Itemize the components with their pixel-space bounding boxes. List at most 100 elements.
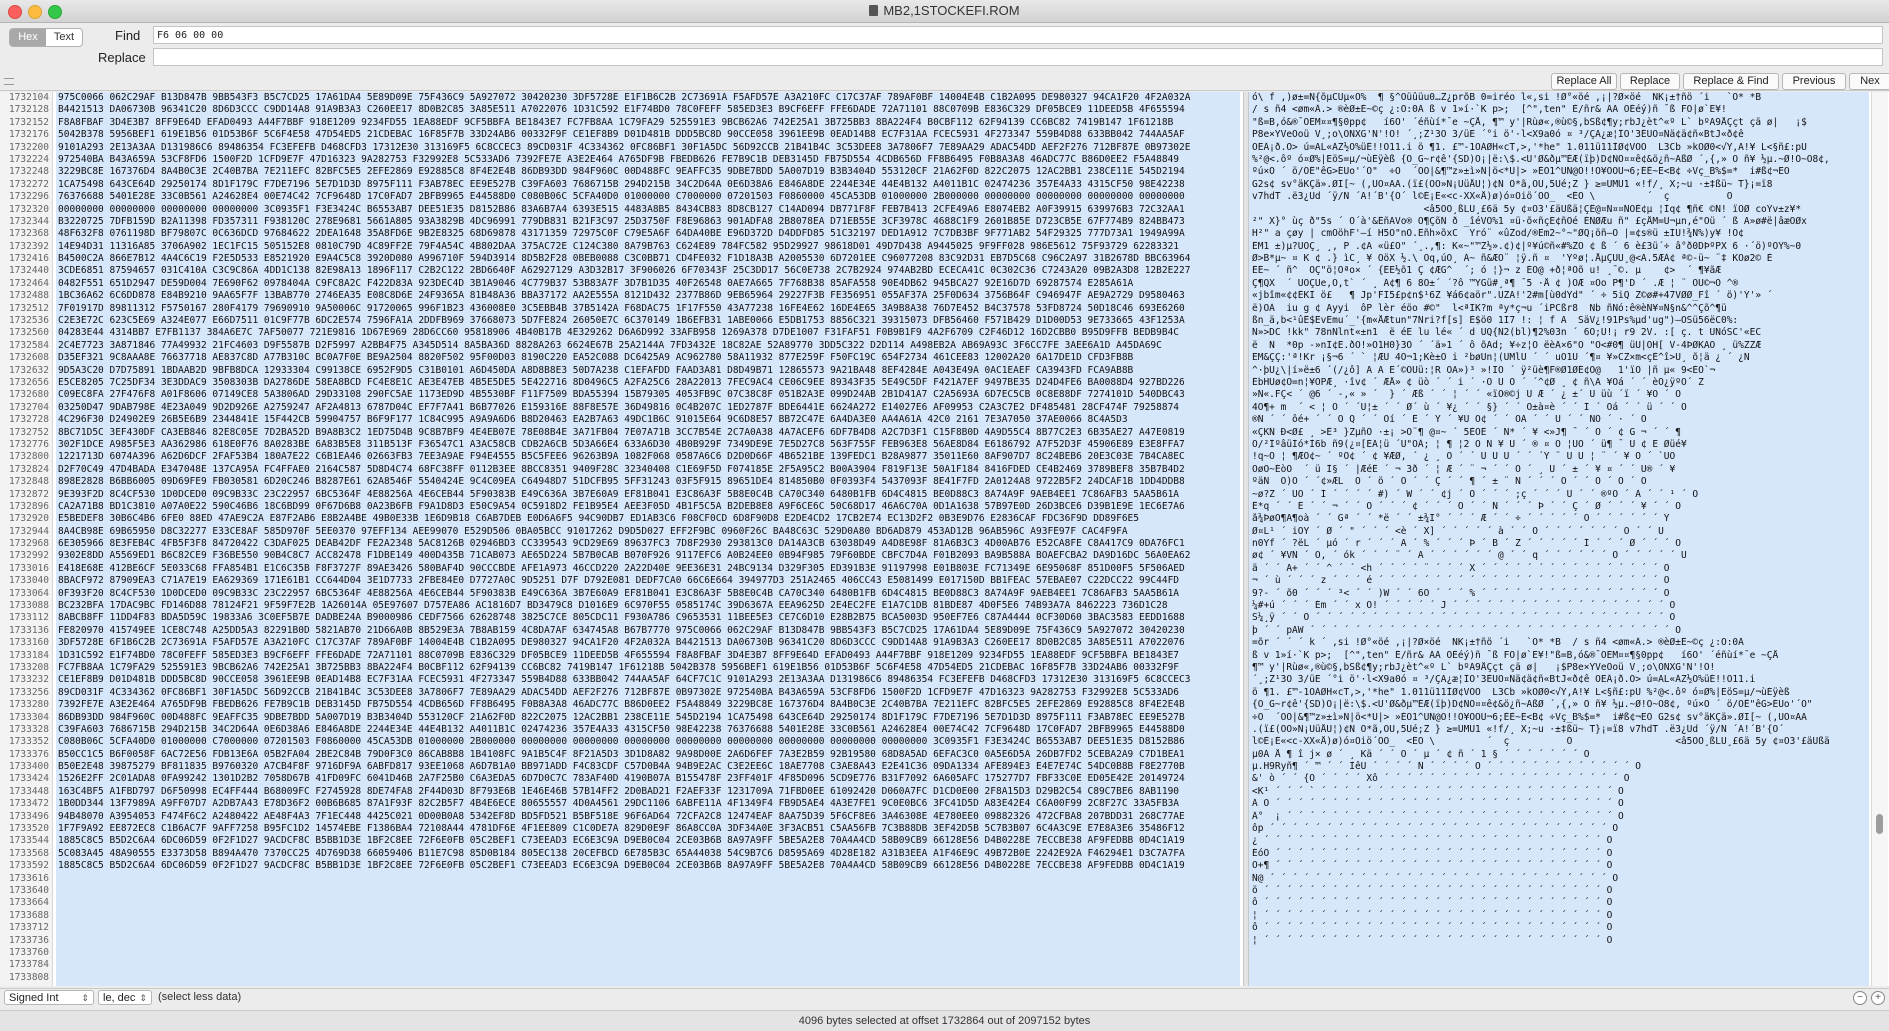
ascii-row[interactable]: ó\ f ,)ø±=Ñ{õµCÜµ«Õ% ¶ §^Öüûüu0…Z¿prõB 0… bbox=[1249, 92, 1869, 104]
ascii-row[interactable]: ºäÑ Ö)Ö ´ ´¢»ÆL Ö ´ ö ´ Ö ´ ´ Ç ´ ´ ¶ ´ … bbox=[1249, 476, 1869, 488]
ascii-row[interactable]: ~ø?Z ´ ÜÖ ´ Í ´ ´ ´ ´ #) ´ W ´ ´ ¢j ´ Ö … bbox=[1249, 489, 1869, 501]
ascii-row[interactable]: ´¸;Z¹3O 3/üË ´°i ö'·l<X9a0ó ¤ ³/ÇÄ¿æ¦ÎÖ'… bbox=[1249, 674, 1869, 686]
hex-row[interactable]: 86DB93DD 984F960C 00D488FC 9EAFFC35 9DBE… bbox=[56, 712, 1240, 724]
hex-row[interactable]: B4421513 DA06730B 96341C20 8D6D3CCC C9DD… bbox=[56, 104, 1240, 116]
hex-row[interactable]: BC232BFA 17DAC9BC FD146D88 78124F21 9F59… bbox=[56, 600, 1240, 612]
hex-row[interactable]: 7392FE7E A3E2E464 A765DF9B FBEDB626 FE7B… bbox=[56, 699, 1240, 711]
ascii-row[interactable]: H²" a çøy | cmÖöhF'—í H5O"nÖ.Èñh»õxC Yró… bbox=[1249, 228, 1869, 240]
hex-row[interactable]: 975C0066 062C29AF B13D847B 9BB543F3 B5C7… bbox=[56, 92, 1240, 104]
ascii-row[interactable]: %²@<.ôº ó¤Ø%|ËöS=µ/¬ùÉÿèß {Ö_G~r¢ê'{SD)Ö… bbox=[1249, 154, 1869, 166]
ascii-row[interactable]: "ß=B,ó&®¯ÖEM¤¤¶§0pp¢ í6O' ´éñùí*¯e ~ÇÅ, … bbox=[1249, 117, 1869, 129]
hex-row[interactable]: 0F393F20 8C4CF530 1D0DCED0 09C9B33C 23C2… bbox=[56, 588, 1240, 600]
hex-row[interactable]: 1B0DD344 13F7989A A9FF07D7 A2DB7A43 E78D… bbox=[56, 798, 1240, 810]
ascii-row[interactable]: ºú×Ö ´ ö/ÕÊ"êG>ÉÜo'´Ö" ÷Ô ´ÖÓ|&¶™z»±ì»Ñ|… bbox=[1249, 166, 1869, 178]
hex-row[interactable]: 8A4CB98E 69B65950 D8C32277 E33CE8AF 585D… bbox=[56, 526, 1240, 538]
replace-input[interactable] bbox=[153, 48, 1883, 66]
number-format-select[interactable]: Signed Int ⇕ bbox=[4, 990, 94, 1005]
add-inspector-button[interactable]: + bbox=[1871, 991, 1885, 1005]
ascii-row[interactable]: Ñ@ ´ ´ ´ ´ ´ ´ ´ ´ ´ ´ ´ ´ ´ ´ ´ ´ ´ ´ ´… bbox=[1249, 873, 1869, 885]
ascii-row[interactable]: ®Ñ ´ ´ ôé+ ´ ´ Ö Q ´ ´ Öí ´ É ´ Y ´ ¥Ü Ö… bbox=[1249, 414, 1869, 426]
ascii-row[interactable]: ²" X}° ùç ð"5s ´ Ö´à'&ÊñÄVo® Ö¶ÇõÑ ð _îé… bbox=[1249, 216, 1869, 228]
hex-row[interactable]: FC7FB8AA 1C79FA29 525591E3 9BCB62A6 742E… bbox=[56, 662, 1240, 674]
hex-row[interactable]: 3DF5728E 6F1B6C2B 2C73691A F5AFD57E A3A2… bbox=[56, 637, 1240, 649]
ascii-row[interactable]: ÉM1 ±)µ?ÜÖÇ¸ ¸, P .¢Ä «ü£Ó" ´¸.,¶: K«~"™… bbox=[1249, 241, 1869, 253]
hex-row[interactable]: 76376688 5401E28E 33C0B561 A24628E4 00E7… bbox=[56, 191, 1240, 203]
ascii-row[interactable]: þ ´ ´ pAW ´ ´ ´ ´ ´ ´ ´ ´ ´ ´ ´ ´ ´ ´ ´ … bbox=[1249, 625, 1869, 637]
ascii-row[interactable]: ô ´ ´ ´ ´ ´ ´ ´ ´ ´ ´ ´ ´ ´ ´ ´ ´ ´ ´ ´ … bbox=[1249, 922, 1869, 934]
ascii-row[interactable]: v7hdT .ë3¿Üd ´ÿ/Ñ ´Ä!´B'{Ó´ l©É¡É«<c-XX«… bbox=[1249, 191, 1869, 203]
hex-row[interactable]: 3229BC8E 167376D4 8A4B0C3E 2C40B7BA 7E21… bbox=[56, 166, 1240, 178]
ascii-row[interactable]: ë Ñ *0p -»nI¢Ë.ðÖ!»Ö1H0}3Ó ´ ´ä»1 ´ ô õÄ… bbox=[1249, 340, 1869, 352]
ascii-row[interactable]: ¬ ´ ù ´ ´ ´ z ´ ´ ´ é ´ ´ ´ ´ ´ ´ ´ ´ ´ … bbox=[1249, 575, 1869, 587]
ascii-row[interactable]: ßn_ä,b<¹ûÊ$EvEmu´_'{m«ÅÆtun"7Ñri?f[s] È$… bbox=[1249, 315, 1869, 327]
hex-row[interactable]: 2C4E7723 3A871846 77A49932 21FC4603 D9F5… bbox=[56, 340, 1240, 352]
ascii-row[interactable]: ÷Ô ´ÖÓ|&¶™z»±ì»Ñ|ö<*Ü|> »ÉÖ1^ÜÑ@Ö!!Ö¥ÖÖÜ… bbox=[1249, 712, 1869, 724]
hex-row[interactable]: 00000000 00000000 00000000 00000000 3C09… bbox=[56, 204, 1240, 216]
hex-row[interactable]: B4500C2A 866E7B12 4A4C6C19 F2E5D533 E852… bbox=[56, 253, 1240, 265]
ascii-row[interactable]: «jbîm«¢¢ÉKÏ ö£ ¶ Jp'FÏ5£p¢n$¹6Z ¥á6¢aör"… bbox=[1249, 290, 1869, 302]
hex-row[interactable]: 94B48070 A3954053 F474F6C2 A2480422 AE48… bbox=[56, 811, 1240, 823]
hex-row[interactable]: 89CD031F 4C334362 0FC86BF1 30F1A5DC 56D9… bbox=[56, 687, 1240, 699]
hex-row[interactable]: 1885C8C5 B5D2C6A4 6DC06D59 0F2F1D27 9ACD… bbox=[56, 835, 1240, 847]
ascii-row[interactable]: l©É¡É«<c-XX«Å)ø)ó¤Öiö´ÖÖ_ <ÉÖ \ ´ ç Ö <â… bbox=[1249, 736, 1869, 748]
ascii-row[interactable]: «ÇKÑ Ð<Ø£ ¸ >Ê³ }ZµñÕ ·±¡ >Ó¨¶ @¤~ ´ 5ÈÖ… bbox=[1249, 427, 1869, 439]
ascii-row[interactable]: Ñ»>DC !kk" 78nNlnt«±n1 ë éË lu lé« ´ d Ü… bbox=[1249, 327, 1869, 339]
hex-row[interactable]: 8BC71D5C 3EF430DF CA3EB846 82E8C05E 7D2B… bbox=[56, 427, 1240, 439]
ascii-row[interactable]: Ø>B*µ~ ¤ K ¢ .} ìC¸ ¥ ÖöX ½.\ Öq,úÖ¸ Á~ … bbox=[1249, 253, 1869, 265]
hex-row[interactable]: 48F632F8 0761198D BF79807C 0C636DCD 9768… bbox=[56, 228, 1240, 240]
ascii-row[interactable]: Ê*q ´ ´ É ´ ´ ¬ ´ ´ Ö ´ ´ ´ ¢ ´ ´ ´ Ö ´ … bbox=[1249, 501, 1869, 513]
hex-row[interactable]: 7F01917D 89811312 F5750167 280F4179 7969… bbox=[56, 303, 1240, 315]
hex-row[interactable]: 1CA75498 643CE64D 29250174 8D1F179C F7DE… bbox=[56, 179, 1240, 191]
replace-and-find-button[interactable]: Replace & Find bbox=[1683, 73, 1779, 90]
hex-row[interactable]: 6E305966 8E3FEB4C 4FB5F3F8 84720422 C3DA… bbox=[56, 538, 1240, 550]
replace-button[interactable]: Replace bbox=[1620, 73, 1680, 90]
hex-pane[interactable]: 975C0066 062C29AF B13D847B 9BB543F3 B5C7… bbox=[56, 92, 1240, 986]
hex-row[interactable]: 14E94D31 11316A85 3706A902 1EC1FC15 5051… bbox=[56, 241, 1240, 253]
hex-row[interactable]: CA2A71B8 BD1C3810 A07A0E22 590C46B6 18C6… bbox=[56, 501, 1240, 513]
hex-row[interactable]: E5CE8205 7C25DF34 3E3DDAC9 3508303B DA27… bbox=[56, 377, 1240, 389]
text-mode-button[interactable]: Text bbox=[46, 29, 82, 46]
ascii-row[interactable]: ô ´ ´ ´ ´ ´ ´ ´ ´ ´ ´ ´ ´ ´ ´ ´ ´ ´ ´ ´ … bbox=[1249, 897, 1869, 909]
hex-row[interactable]: C080B06C 5CFA40D0 01000000 C7000000 0720… bbox=[56, 736, 1240, 748]
hex-row[interactable]: FE820970 415749EE 1CE8C748 A25DD5A3 8229… bbox=[56, 625, 1240, 637]
ascii-row[interactable]: / s ñ4 <øm«Â.> ®èØ±É~©ç ¿:Ö:0Ã ß v 1»í·`… bbox=[1249, 104, 1869, 116]
remove-inspector-button[interactable]: − bbox=[1853, 991, 1867, 1005]
ascii-row[interactable]: !q~Ö ¦ ¶ÆÖ¢~ ´ ºÖ¢ ´ ¢ ¥ÆØ, ´ ¿ ¸ Ö ´ ´ … bbox=[1249, 451, 1869, 463]
hex-row[interactable]: 5042B378 5956BEF1 619E1B56 01D53B6F 5C6F… bbox=[56, 129, 1240, 141]
hex-row[interactable]: C39FA603 7686715B 294D215B 34C2D64A 0E6D… bbox=[56, 724, 1240, 736]
hex-text-toggle[interactable]: Hex Text bbox=[9, 28, 83, 47]
endianness-select[interactable]: le, dec ⇕ bbox=[98, 990, 152, 1005]
ascii-row[interactable]: µ.H9Ryñ¶ ´ ™ ´ ´ ÌêÜ ´ ´ ´ ´ Ñ ´ ´ ´ ´ Ó… bbox=[1249, 761, 1869, 773]
hex-row[interactable]: CE1EF8B9 D01D481B DDD5BC8D 90CCE058 3961… bbox=[56, 674, 1240, 686]
hex-row[interactable]: 5C083A45 48A90555 E3373D58 B894A470 7370… bbox=[56, 848, 1240, 860]
hex-row[interactable]: 9302E8DD A5569ED1 B6C82CE9 F36BE550 90B4… bbox=[56, 550, 1240, 562]
hex-row[interactable]: 1F7F9A92 EE872EC8 C1B6AC7F 9AFF7258 B95F… bbox=[56, 823, 1240, 835]
ascii-row[interactable]: ÉÉ~ ´ ñ^ ÖÇ"ö¦Öªo× ´ {ÈE½õ1 Ç ¢ÆG^ ´; ó … bbox=[1249, 265, 1869, 277]
ascii-row[interactable]: ÖEÂ¡ð.Ö> ú=ÄL«ÁZ½Ö%üÉ!!Ö11.i ö ¶1. £™-1Ö… bbox=[1249, 142, 1869, 154]
ascii-row[interactable]: 4Ö¶+ m ´ < ¦ Ö ´ ´Ü¦± ´ ´ Ø´ ù ´ ¥¿ ´ ´ … bbox=[1249, 402, 1869, 414]
ascii-row[interactable]: G2s¢ sv°äKÇä».ØÏ[~ (,ÜÖ¤AÄ.(ï£(ÖÓ»N¡ÙüÅÜ… bbox=[1249, 179, 1869, 191]
vertical-scrollbar[interactable] bbox=[1871, 92, 1888, 986]
ascii-row[interactable]: =õr ´ ´ ´ k ´ ,si !Ø°«öé ,¡|?Ø×öé NK¡±†ñ… bbox=[1249, 637, 1869, 649]
hex-row[interactable]: 04283E44 4314BB7 E7FB1137 384A6E7C 7AF50… bbox=[56, 327, 1240, 339]
ascii-row[interactable]: ËM&ÇÇ:'ª!Kr ¡§¬6 ´ ` ¦ÆÜ 4Ö¬1;Kè±Ö i ²bø… bbox=[1249, 352, 1869, 364]
ascii-row[interactable]: ¶™ y'|Rùø«,®ù©§,bSß¢¶y;rbJ¿èt^«º L` bºA9… bbox=[1249, 662, 1869, 674]
ascii-row[interactable]: .(ï£(ÖÓ»N¡ÙüÅÜ¦)¢Ñ Ó*ã,ÖÜ,5Ûé;Z } ≥=ÛMU1… bbox=[1249, 724, 1869, 736]
ascii-row[interactable]: &' ò ´ ´ {Ô ´ ´ ´ ´ Xô ´ ´ ´ ´ ´ ´ ´ ´ ´… bbox=[1249, 773, 1869, 785]
hex-row[interactable]: 1221713D 6074A396 A62D6DCF 2FAF53B4 180A… bbox=[56, 451, 1240, 463]
hex-row[interactable]: B50E2E48 39875279 BF811835 B9760320 A7CB… bbox=[56, 761, 1240, 773]
hex-row[interactable]: 1D31C592 E1F74BD0 78C0FEFF 585ED3E3 B9CF… bbox=[56, 650, 1240, 662]
hex-row[interactable]: 03250D47 9DAB798E 4E23A049 9D2D926E A275… bbox=[56, 402, 1240, 414]
ascii-row[interactable]: ÉóÕ ´ ´ ´ ´ ´ ´ ´ ´ ´ ´ ´ ´ ´ ´ ´ ´ ´ ´ … bbox=[1249, 848, 1869, 860]
ascii-row[interactable]: Š¼¸ÿ ´ ´ O ´ ´ ´ ´ ´ ´ ´ ´ ´ ´ ´ ´ ´ ´ ´… bbox=[1249, 612, 1869, 624]
hex-mode-button[interactable]: Hex bbox=[10, 29, 46, 46]
ascii-row[interactable]: 9?- ´ õ0 ´ ´ ´ ³< ´ ´ )W ´ ´ 6O ´ ´ ´ % … bbox=[1249, 588, 1869, 600]
hex-row[interactable]: 1BC36A62 6C6DD878 E84B9210 9AA65F7F 13BA… bbox=[56, 290, 1240, 302]
hex-row[interactable]: 9E393F2D 8C4CF530 1D0DCED0 09C9B33C 23C2… bbox=[56, 489, 1240, 501]
hex-row[interactable]: 0482F551 651D2947 DE59D004 7E690F62 0978… bbox=[56, 278, 1240, 290]
ascii-row[interactable]: ¼#+ú ´ ´ ´ Ém ´ ´ x O! ´ ´ ´ ´ ´ J ´ ´ ´… bbox=[1249, 600, 1869, 612]
hex-row[interactable]: 8BACF972 87909EA3 C71A7E19 EA629369 171E… bbox=[56, 575, 1240, 587]
find-input[interactable]: F6 06 00 00 bbox=[153, 26, 1883, 44]
ascii-row[interactable]: Â° ¡ ´ ´ ´ ´ ´ ´ ´ ´ ´ ´ ´ ´ ´ ´ ´ ´ ´ ´… bbox=[1249, 811, 1869, 823]
ascii-row[interactable]: ø¢ ´ ¥VÑ ´ Ö, ´ ók ´ ´ ´ ¨ ´ Ä ´ ´ ´ ´ ´… bbox=[1249, 550, 1869, 562]
